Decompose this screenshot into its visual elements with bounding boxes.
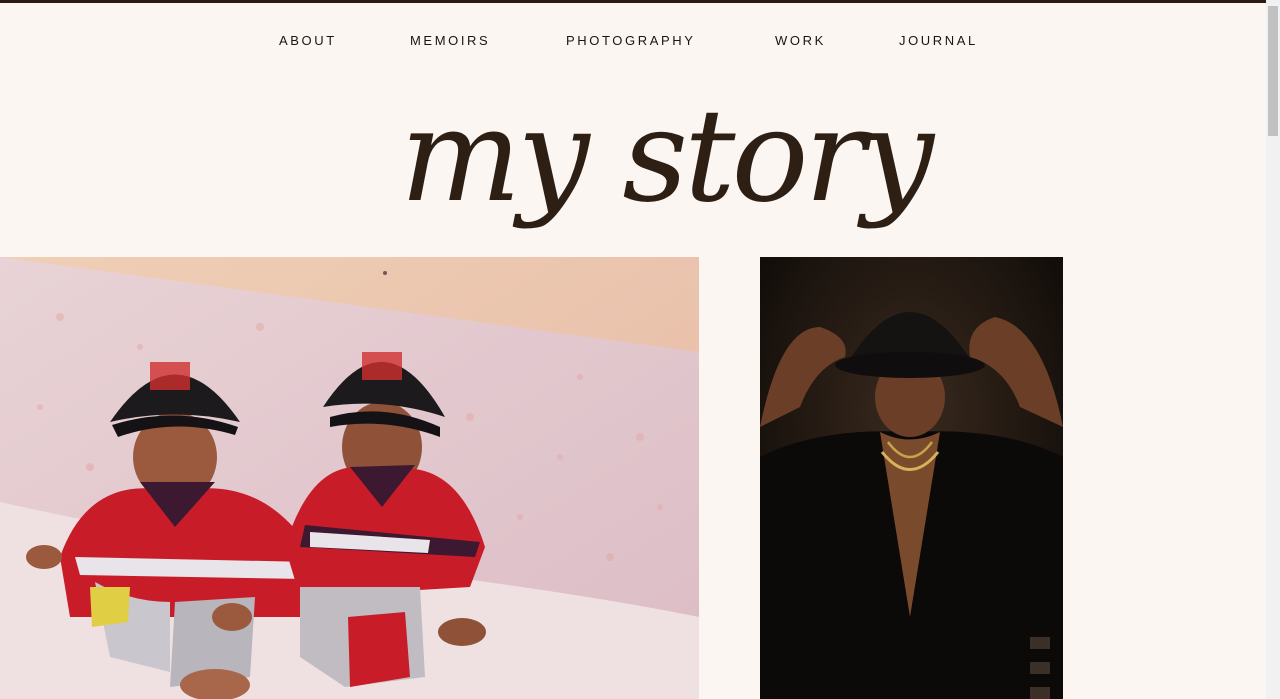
nav-memoirs-link[interactable]: MEMOIRS (410, 33, 490, 48)
childhood-photo (0, 257, 699, 699)
portrait-photo (760, 257, 1063, 699)
page-title: my story (400, 82, 934, 231)
nav-about-link[interactable]: ABOUT (279, 33, 337, 48)
nav-journal-link[interactable]: JOURNAL (899, 33, 978, 48)
scrollbar-thumb[interactable] (1268, 6, 1278, 136)
nav-photography-link[interactable]: PHOTOGRAPHY (566, 33, 696, 48)
main-nav: ABOUT MEMOIRS PHOTOGRAPHY WORK JOURNAL (0, 0, 1266, 80)
page-scrollbar[interactable] (1266, 0, 1280, 699)
nav-work-link[interactable]: WORK (775, 33, 826, 48)
page: ABOUT MEMOIRS PHOTOGRAPHY WORK JOURNAL m… (0, 0, 1266, 699)
